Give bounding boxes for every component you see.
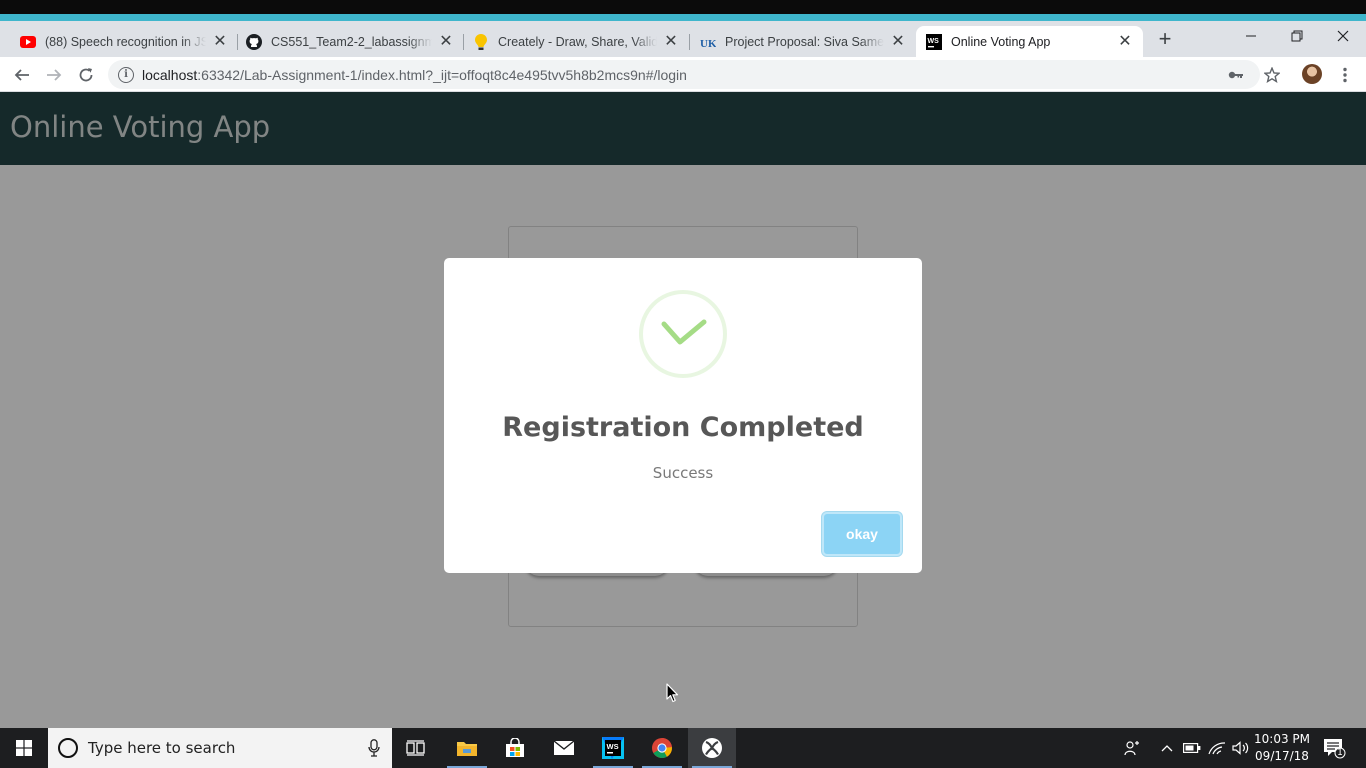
taskbar-search[interactable]: Type here to search	[48, 728, 392, 768]
back-icon[interactable]	[10, 63, 34, 87]
action-center-icon[interactable]: 1	[1322, 737, 1346, 759]
close-tab-icon[interactable]: ✕	[438, 33, 454, 50]
dialog-title: Registration Completed	[502, 412, 864, 443]
tab-title: CS551_Team2-2_labassignment	[271, 34, 432, 49]
people-icon[interactable]	[1120, 728, 1144, 768]
webstorm-taskbar-icon[interactable]: WS	[589, 728, 637, 768]
webstorm-icon: WS	[926, 33, 942, 50]
clock-date: 09/17/18	[1255, 749, 1309, 763]
taskbar-clock[interactable]: 10:03 PM 09/17/18	[1252, 731, 1312, 765]
youtube-icon	[20, 34, 36, 50]
microsoft-store-icon[interactable]	[491, 728, 539, 768]
okay-button[interactable]: okay	[822, 512, 902, 556]
tab-creately[interactable]: Creately - Draw, Share, Validate ✕	[463, 26, 689, 57]
mail-icon[interactable]	[540, 728, 588, 768]
creately-icon	[473, 33, 489, 50]
tab-title: (88) Speech recognition in JS |	[45, 34, 206, 49]
notification-count: 1	[1337, 748, 1343, 758]
tab-title: Creately - Draw, Share, Validate	[498, 34, 657, 49]
web-page: Online Voting App Registration Completed…	[0, 92, 1366, 728]
github-icon	[246, 33, 262, 50]
task-view-icon[interactable]	[392, 728, 440, 768]
mouse-cursor-icon	[666, 683, 679, 703]
window-accent-strip	[0, 14, 1366, 21]
svg-text:WS: WS	[607, 742, 619, 751]
search-placeholder: Type here to search	[88, 739, 236, 757]
key-icon[interactable]	[1227, 66, 1245, 84]
restore-icon[interactable]	[1274, 21, 1320, 51]
battery-icon[interactable]	[1182, 728, 1202, 768]
site-info-icon[interactable]: i	[118, 66, 134, 83]
address-bar[interactable]: i localhost:63342/Lab-Assignment-1/index…	[108, 60, 1280, 89]
close-tab-icon[interactable]: ✕	[890, 33, 906, 50]
windows-start-icon[interactable]	[0, 728, 48, 768]
new-tab-button[interactable]: +	[1153, 26, 1177, 51]
close-window-icon[interactable]	[1320, 21, 1366, 51]
browser-toolbar: i localhost:63342/Lab-Assignment-1/index…	[0, 57, 1366, 92]
window-top-border	[0, 0, 1366, 14]
tab-title: Online Voting App	[951, 34, 1051, 49]
success-check-icon	[639, 290, 727, 378]
tab-online-voting-app[interactable]: WS Online Voting App ✕	[916, 26, 1143, 57]
bookmark-star-icon[interactable]	[1263, 66, 1281, 84]
chevron-up-icon[interactable]	[1158, 728, 1176, 768]
tab-youtube[interactable]: (88) Speech recognition in JS | ✕	[10, 26, 238, 57]
reload-icon[interactable]	[74, 63, 98, 87]
microphone-icon[interactable]	[368, 739, 380, 757]
umkc-icon: UK	[700, 34, 716, 50]
forward-icon[interactable]	[42, 63, 66, 87]
clock-time: 10:03 PM	[1254, 732, 1310, 746]
svg-text:WS: WS	[928, 38, 940, 45]
close-tab-icon[interactable]: ✕	[1117, 33, 1133, 50]
cortana-icon	[58, 738, 78, 758]
tab-project-proposal[interactable]: UK Project Proposal: Siva Sameer ✕	[690, 26, 916, 57]
xbox-icon[interactable]	[688, 728, 736, 768]
tab-title: Project Proposal: Siva Sameer	[725, 34, 884, 49]
profile-avatar[interactable]	[1302, 64, 1322, 84]
dialog-message: Success	[652, 464, 714, 482]
close-tab-icon[interactable]: ✕	[663, 33, 679, 50]
registration-dialog: Registration Completed Success okay	[444, 258, 922, 573]
wifi-icon[interactable]	[1206, 728, 1228, 768]
minimize-icon[interactable]	[1228, 21, 1274, 51]
svg-text:UK: UK	[700, 38, 716, 50]
url-text: localhost:63342/Lab-Assignment-1/index.h…	[142, 66, 687, 83]
chrome-icon[interactable]	[638, 728, 686, 768]
close-tab-icon[interactable]: ✕	[212, 33, 228, 50]
browser-menu-icon[interactable]	[1336, 63, 1354, 87]
file-explorer-icon[interactable]	[443, 728, 491, 768]
tab-github[interactable]: CS551_Team2-2_labassignment ✕	[236, 26, 464, 57]
volume-icon[interactable]	[1230, 728, 1252, 768]
windows-taskbar: Type here to search WS 10:03 PM 09/17/18…	[0, 728, 1366, 768]
